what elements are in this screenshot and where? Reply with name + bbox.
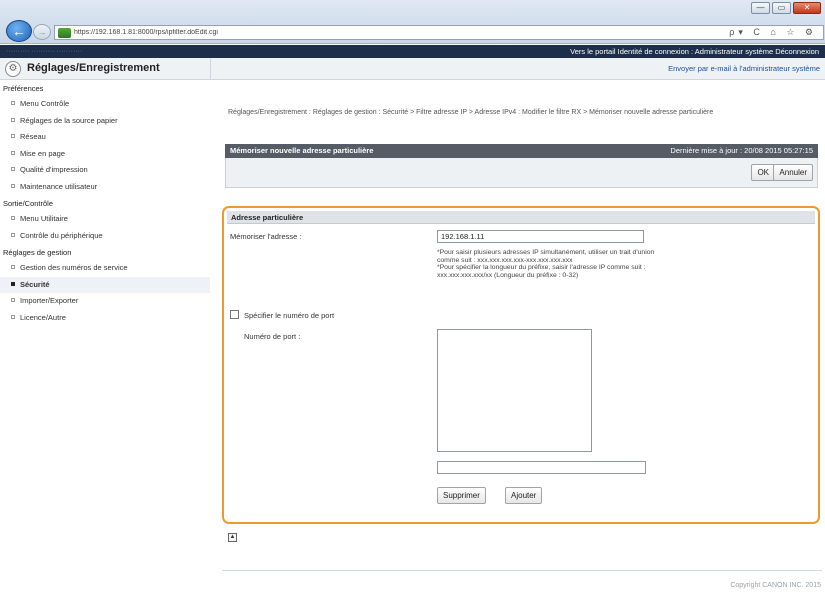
sidebar-item-label: Contrôle du périphérique	[20, 230, 103, 240]
sidebar-item-licence[interactable]: Licence/Autre	[0, 310, 210, 327]
sidebar-item-label: Sécurité	[20, 279, 50, 289]
minimize-button[interactable]: —	[751, 2, 770, 14]
sidebar-item-qualite[interactable]: Qualité d'impression	[0, 162, 210, 179]
section-title: Adresse particulière	[227, 211, 815, 224]
maximize-button[interactable]: ▭	[772, 2, 791, 14]
blurred-text: ·········· ·········· ···········	[6, 48, 83, 55]
url-text[interactable]: https://192.168.1.81:8000/rps/ipfilter.d…	[74, 29, 729, 36]
sidebar-item-label: Réglages de la source papier	[20, 115, 118, 125]
sidebar-item-label: Menu Utilitaire	[20, 214, 68, 223]
delete-button[interactable]: Supprimer	[437, 487, 486, 504]
portal-bar: ·········· ·········· ··········· Vers l…	[0, 45, 825, 58]
panel-actions: OK Annuler	[225, 158, 818, 188]
address-bar[interactable]: https://192.168.1.81:8000/rps/ipfilter.d…	[54, 25, 824, 40]
window-controls: — ▭ ✕	[751, 2, 821, 14]
bullet-icon	[11, 281, 15, 286]
sidebar-item-numeros-service[interactable]: Gestion des numéros de service	[0, 260, 210, 277]
sidebar: Préférences Menu Contrôle Réglages de la…	[0, 80, 210, 570]
sidebar-item-source-papier[interactable]: Réglages de la source papier	[0, 113, 210, 130]
port-list[interactable]	[437, 329, 592, 452]
address-note: *Pour saisir plusieurs adresses IP simul…	[437, 249, 809, 279]
address-label: Mémoriser l'adresse :	[230, 232, 302, 241]
bullet-icon	[11, 150, 15, 155]
close-window-button[interactable]: ✕	[793, 2, 821, 14]
bullet-icon	[11, 298, 15, 302]
breadcrumb: Réglages/Enregistrement : Réglages de ge…	[228, 109, 714, 116]
sidebar-section-gestion: Réglages de gestion	[3, 248, 72, 257]
page-title: Réglages/Enregistrement	[27, 62, 160, 74]
sidebar-item-menu-controle[interactable]: Menu Contrôle	[0, 96, 210, 113]
page-top-icon[interactable]: ▲	[228, 533, 237, 542]
sidebar-item-label: Réseau	[20, 132, 46, 141]
bullet-icon	[11, 314, 15, 319]
back-arrow-icon[interactable]: ←	[6, 20, 32, 42]
footer-divider	[222, 570, 822, 571]
sidebar-item-label: Mise en page	[20, 148, 66, 158]
sidebar-item-label: Menu Contrôle	[20, 99, 70, 108]
portal-links[interactable]: Vers le portail Identité de connexion : …	[570, 47, 819, 56]
bullet-icon	[11, 134, 15, 138]
note-line: comme suit : xxx.xxx.xxx.xxx-xxx.xxx.xxx…	[437, 256, 573, 264]
email-admin-link[interactable]: Envoyer par e-mail à l'administrateur sy…	[668, 64, 820, 73]
bullet-icon	[11, 216, 15, 220]
last-update: Dernière mise à jour : 20/08 2015 05:27:…	[670, 146, 813, 155]
port-label: Numéro de port :	[244, 332, 301, 341]
sidebar-item-controle-peripherique[interactable]: Contrôle du périphérique	[0, 228, 210, 245]
sidebar-item-label: Licence/Autre	[20, 312, 66, 322]
add-button[interactable]: Ajouter	[505, 487, 543, 504]
settings-gear-icon: ⚙	[5, 61, 21, 77]
bullet-icon	[11, 183, 15, 188]
page-header: ⚙ Réglages/Enregistrement Envoyer par e-…	[0, 58, 825, 80]
port-checkbox[interactable]	[230, 310, 239, 319]
bullet-icon	[11, 117, 15, 122]
sidebar-item-label: Maintenance utilisateur	[20, 181, 98, 191]
panel-header: Mémoriser nouvelle adresse particulière …	[225, 144, 818, 158]
copyright: Copyright CANON INC. 2015	[730, 582, 821, 589]
bullet-icon	[11, 232, 15, 237]
header-divider	[210, 58, 211, 80]
sidebar-item-reseau[interactable]: Réseau	[0, 129, 210, 146]
bullet-icon	[11, 101, 15, 105]
browser-chrome: — ▭ ✕ ← → https://192.168.1.81:8000/rps/…	[0, 0, 825, 44]
site-icon	[58, 27, 71, 38]
sidebar-item-label: Gestion des numéros de service	[20, 263, 128, 272]
bullet-icon	[11, 167, 15, 171]
sidebar-item-mise-en-page[interactable]: Mise en page	[0, 146, 210, 163]
address-input[interactable]: 192.168.1.11	[437, 230, 644, 243]
sidebar-item-label: Qualité d'impression	[20, 165, 88, 174]
panel-title: Mémoriser nouvelle adresse particulière	[230, 146, 374, 155]
note-line: *Pour spécifier la longueur du préfixe, …	[437, 264, 646, 272]
sidebar-section-preferences: Préférences	[3, 84, 44, 93]
note-line: *Pour saisir plusieurs adresses IP simul…	[437, 249, 655, 256]
sidebar-item-label: Importer/Exporter	[20, 296, 79, 305]
ok-button[interactable]: OK	[751, 164, 775, 181]
forward-arrow-icon[interactable]: →	[33, 24, 51, 40]
sidebar-item-securite[interactable]: Sécurité	[0, 276, 210, 293]
address-section-frame: Adresse particulière Mémoriser l'adresse…	[222, 206, 820, 524]
sidebar-item-maintenance[interactable]: Maintenance utilisateur	[0, 179, 210, 196]
sidebar-item-importer-exporter[interactable]: Importer/Exporter	[0, 293, 210, 310]
address-tools-icons[interactable]: ρ▾ C ⌂ ☆ ⚙	[729, 27, 823, 38]
sidebar-item-menu-utilitaire[interactable]: Menu Utilitaire	[0, 211, 210, 228]
note-line: xxx.xxx.xxx.xxx/xx (Longueur du préfixe …	[437, 271, 579, 279]
cancel-button[interactable]: Annuler	[773, 164, 813, 181]
port-checkbox-label: Spécifier le numéro de port	[244, 311, 335, 320]
bullet-icon	[11, 265, 15, 269]
port-input[interactable]	[437, 461, 646, 474]
sidebar-section-sortie: Sortie/Contrôle	[3, 199, 54, 208]
